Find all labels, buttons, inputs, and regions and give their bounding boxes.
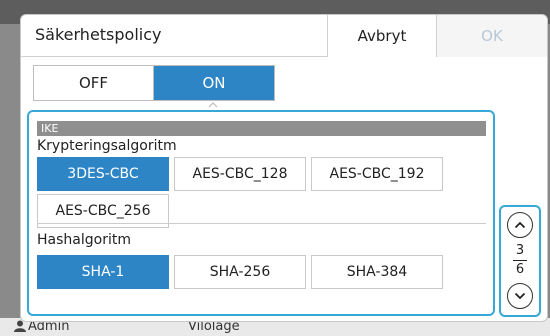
ok-button[interactable]: OK — [437, 15, 547, 57]
page-total: 6 — [515, 262, 525, 277]
ike-settings-panel: IKE Krypteringsalgoritm 3DES-CBC AES-CBC… — [27, 110, 495, 316]
section-divider — [37, 223, 486, 224]
page-scroller: 3 6 — [499, 205, 541, 317]
caret-up-icon — [208, 102, 218, 108]
toggle-off-button[interactable]: OFF — [34, 66, 154, 100]
hash-option-sha-384[interactable]: SHA-384 — [311, 255, 443, 289]
page-current: 3 — [515, 243, 525, 258]
toggle-on-button[interactable]: ON — [154, 66, 274, 100]
cancel-button[interactable]: Avbryt — [327, 15, 437, 57]
scroll-up-button[interactable] — [507, 212, 533, 238]
security-policy-dialog: Säkerhetspolicy Avbryt OK OFF ON IKE Kry… — [20, 14, 548, 322]
section-header-ike: IKE — [37, 121, 486, 136]
hash-label: Hashalgoritm — [37, 232, 131, 248]
chevron-up-icon — [514, 221, 526, 229]
encryption-option-aes-cbc-192[interactable]: AES-CBC_192 — [311, 157, 443, 191]
encryption-option-aes-cbc-128[interactable]: AES-CBC_128 — [174, 157, 306, 191]
hash-option-sha-1[interactable]: SHA-1 — [37, 255, 169, 289]
dialog-title: Säkerhetspolicy — [35, 25, 162, 44]
page-fraction-line — [513, 260, 527, 261]
encryption-option-3des-cbc[interactable]: 3DES-CBC — [37, 157, 169, 191]
dialog-titlebar: Säkerhetspolicy Avbryt OK — [21, 15, 547, 57]
scroll-down-button[interactable] — [507, 283, 533, 309]
encryption-label: Krypteringsalgoritm — [37, 138, 177, 154]
chevron-down-icon — [514, 292, 526, 300]
on-off-toggle: OFF ON — [33, 65, 275, 101]
hash-option-sha-256[interactable]: SHA-256 — [174, 255, 306, 289]
